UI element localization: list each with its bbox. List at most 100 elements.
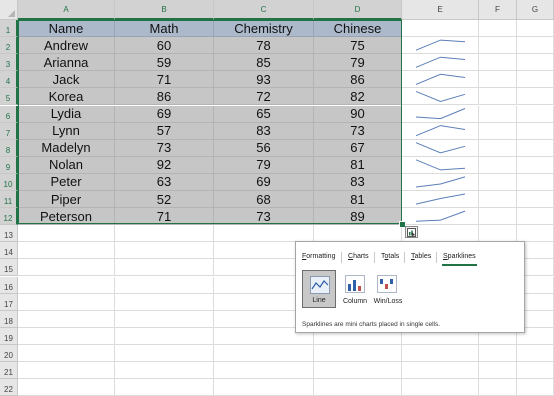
- name-cell[interactable]: Lydia: [18, 105, 115, 123]
- table-header-cell[interactable]: Math: [115, 20, 214, 38]
- score-cell[interactable]: 79: [214, 156, 314, 174]
- empty-cell[interactable]: [517, 156, 554, 174]
- empty-cell[interactable]: [115, 242, 214, 260]
- row-header-9[interactable]: 9: [0, 156, 18, 174]
- empty-cell[interactable]: [18, 242, 115, 260]
- score-cell[interactable]: 69: [115, 105, 214, 123]
- score-cell[interactable]: 69: [214, 173, 314, 191]
- empty-cell[interactable]: [18, 344, 115, 362]
- row-header-22[interactable]: 22: [0, 379, 18, 396]
- score-cell[interactable]: 57: [115, 122, 214, 140]
- column-header-b[interactable]: B: [115, 0, 214, 20]
- empty-cell[interactable]: [402, 156, 479, 174]
- empty-cell[interactable]: [18, 259, 115, 277]
- empty-cell[interactable]: [214, 344, 314, 362]
- empty-cell[interactable]: [479, 105, 517, 123]
- score-cell[interactable]: 56: [214, 139, 314, 157]
- score-cell[interactable]: 52: [115, 191, 214, 209]
- score-cell[interactable]: 63: [115, 173, 214, 191]
- empty-cell[interactable]: [517, 105, 554, 123]
- empty-cell[interactable]: [517, 71, 554, 89]
- score-cell[interactable]: 83: [314, 173, 402, 191]
- score-cell[interactable]: 79: [314, 54, 402, 72]
- score-cell[interactable]: 75: [314, 37, 402, 55]
- score-cell[interactable]: 85: [214, 54, 314, 72]
- name-cell[interactable]: Piper: [18, 191, 115, 209]
- row-header-12[interactable]: 12: [0, 208, 18, 226]
- empty-cell[interactable]: [214, 225, 314, 243]
- score-cell[interactable]: 60: [115, 37, 214, 55]
- empty-cell[interactable]: [479, 173, 517, 191]
- empty-cell[interactable]: [402, 191, 479, 209]
- select-all-corner[interactable]: [0, 0, 18, 20]
- score-cell[interactable]: 83: [214, 122, 314, 140]
- name-cell[interactable]: Korea: [18, 88, 115, 106]
- empty-cell[interactable]: [402, 71, 479, 89]
- empty-cell[interactable]: [479, 191, 517, 209]
- score-cell[interactable]: 59: [115, 54, 214, 72]
- empty-cell[interactable]: [517, 37, 554, 55]
- empty-cell[interactable]: [402, 88, 479, 106]
- row-header-13[interactable]: 13: [0, 225, 18, 243]
- empty-cell[interactable]: [402, 122, 479, 140]
- empty-cell[interactable]: [115, 310, 214, 328]
- spreadsheet-grid[interactable]: ABCDEFG 1 2 3 4 5 6 7 8 9 10 11 12 13 14 15 16 17 18 19 20 2…: [0, 0, 554, 396]
- empty-cell[interactable]: [115, 293, 214, 311]
- empty-cell[interactable]: [517, 122, 554, 140]
- tab-totals[interactable]: Totals: [381, 253, 399, 260]
- score-cell[interactable]: 71: [115, 71, 214, 89]
- empty-cell[interactable]: [115, 362, 214, 380]
- row-header-7[interactable]: 7: [0, 122, 18, 140]
- row-header-1[interactable]: 1: [0, 20, 18, 38]
- empty-cell[interactable]: [314, 362, 402, 380]
- row-header-2[interactable]: 2: [0, 37, 18, 55]
- empty-cell[interactable]: [115, 344, 214, 362]
- column-header-g[interactable]: G: [517, 0, 554, 20]
- empty-cell[interactable]: [402, 344, 479, 362]
- name-cell[interactable]: Jack: [18, 71, 115, 89]
- empty-cell[interactable]: [517, 139, 554, 157]
- tab-charts[interactable]: Charts: [348, 253, 369, 260]
- empty-cell[interactable]: [517, 208, 554, 226]
- empty-cell[interactable]: [517, 173, 554, 191]
- empty-cell[interactable]: [402, 20, 479, 38]
- score-cell[interactable]: 89: [314, 208, 402, 226]
- row-header-3[interactable]: 3: [0, 54, 18, 72]
- quick-analysis-button[interactable]: [405, 226, 418, 238]
- empty-cell[interactable]: [402, 379, 479, 396]
- score-cell[interactable]: 82: [314, 88, 402, 106]
- empty-cell[interactable]: [402, 37, 479, 55]
- row-header-17[interactable]: 17: [0, 293, 18, 311]
- sparkline-line-option[interactable]: Line: [302, 270, 336, 308]
- row-header-6[interactable]: 6: [0, 105, 18, 123]
- empty-cell[interactable]: [115, 225, 214, 243]
- empty-cell[interactable]: [402, 139, 479, 157]
- empty-cell[interactable]: [517, 191, 554, 209]
- row-header-11[interactable]: 11: [0, 191, 18, 209]
- empty-cell[interactable]: [18, 225, 115, 243]
- column-header-a[interactable]: A: [18, 0, 115, 20]
- empty-cell[interactable]: [18, 362, 115, 380]
- column-header-c[interactable]: C: [214, 0, 314, 20]
- empty-cell[interactable]: [517, 20, 554, 38]
- empty-cell[interactable]: [479, 344, 517, 362]
- empty-cell[interactable]: [479, 71, 517, 89]
- row-header-21[interactable]: 21: [0, 362, 18, 380]
- table-header-cell[interactable]: Chemistry: [214, 20, 314, 38]
- row-header-4[interactable]: 4: [0, 71, 18, 89]
- score-cell[interactable]: 73: [115, 139, 214, 157]
- empty-cell[interactable]: [402, 362, 479, 380]
- row-header-19[interactable]: 19: [0, 327, 18, 345]
- empty-cell[interactable]: [517, 54, 554, 72]
- row-header-20[interactable]: 20: [0, 344, 18, 362]
- score-cell[interactable]: 73: [314, 122, 402, 140]
- tab-tables[interactable]: Tables: [411, 253, 431, 260]
- table-header-cell[interactable]: Name: [18, 20, 115, 38]
- score-cell[interactable]: 92: [115, 156, 214, 174]
- row-header-10[interactable]: 10: [0, 173, 18, 191]
- row-header-8[interactable]: 8: [0, 139, 18, 157]
- empty-cell[interactable]: [18, 379, 115, 396]
- empty-cell[interactable]: [18, 293, 115, 311]
- name-cell[interactable]: Nolan: [18, 156, 115, 174]
- sparkline-column-option[interactable]: Column: [338, 270, 372, 308]
